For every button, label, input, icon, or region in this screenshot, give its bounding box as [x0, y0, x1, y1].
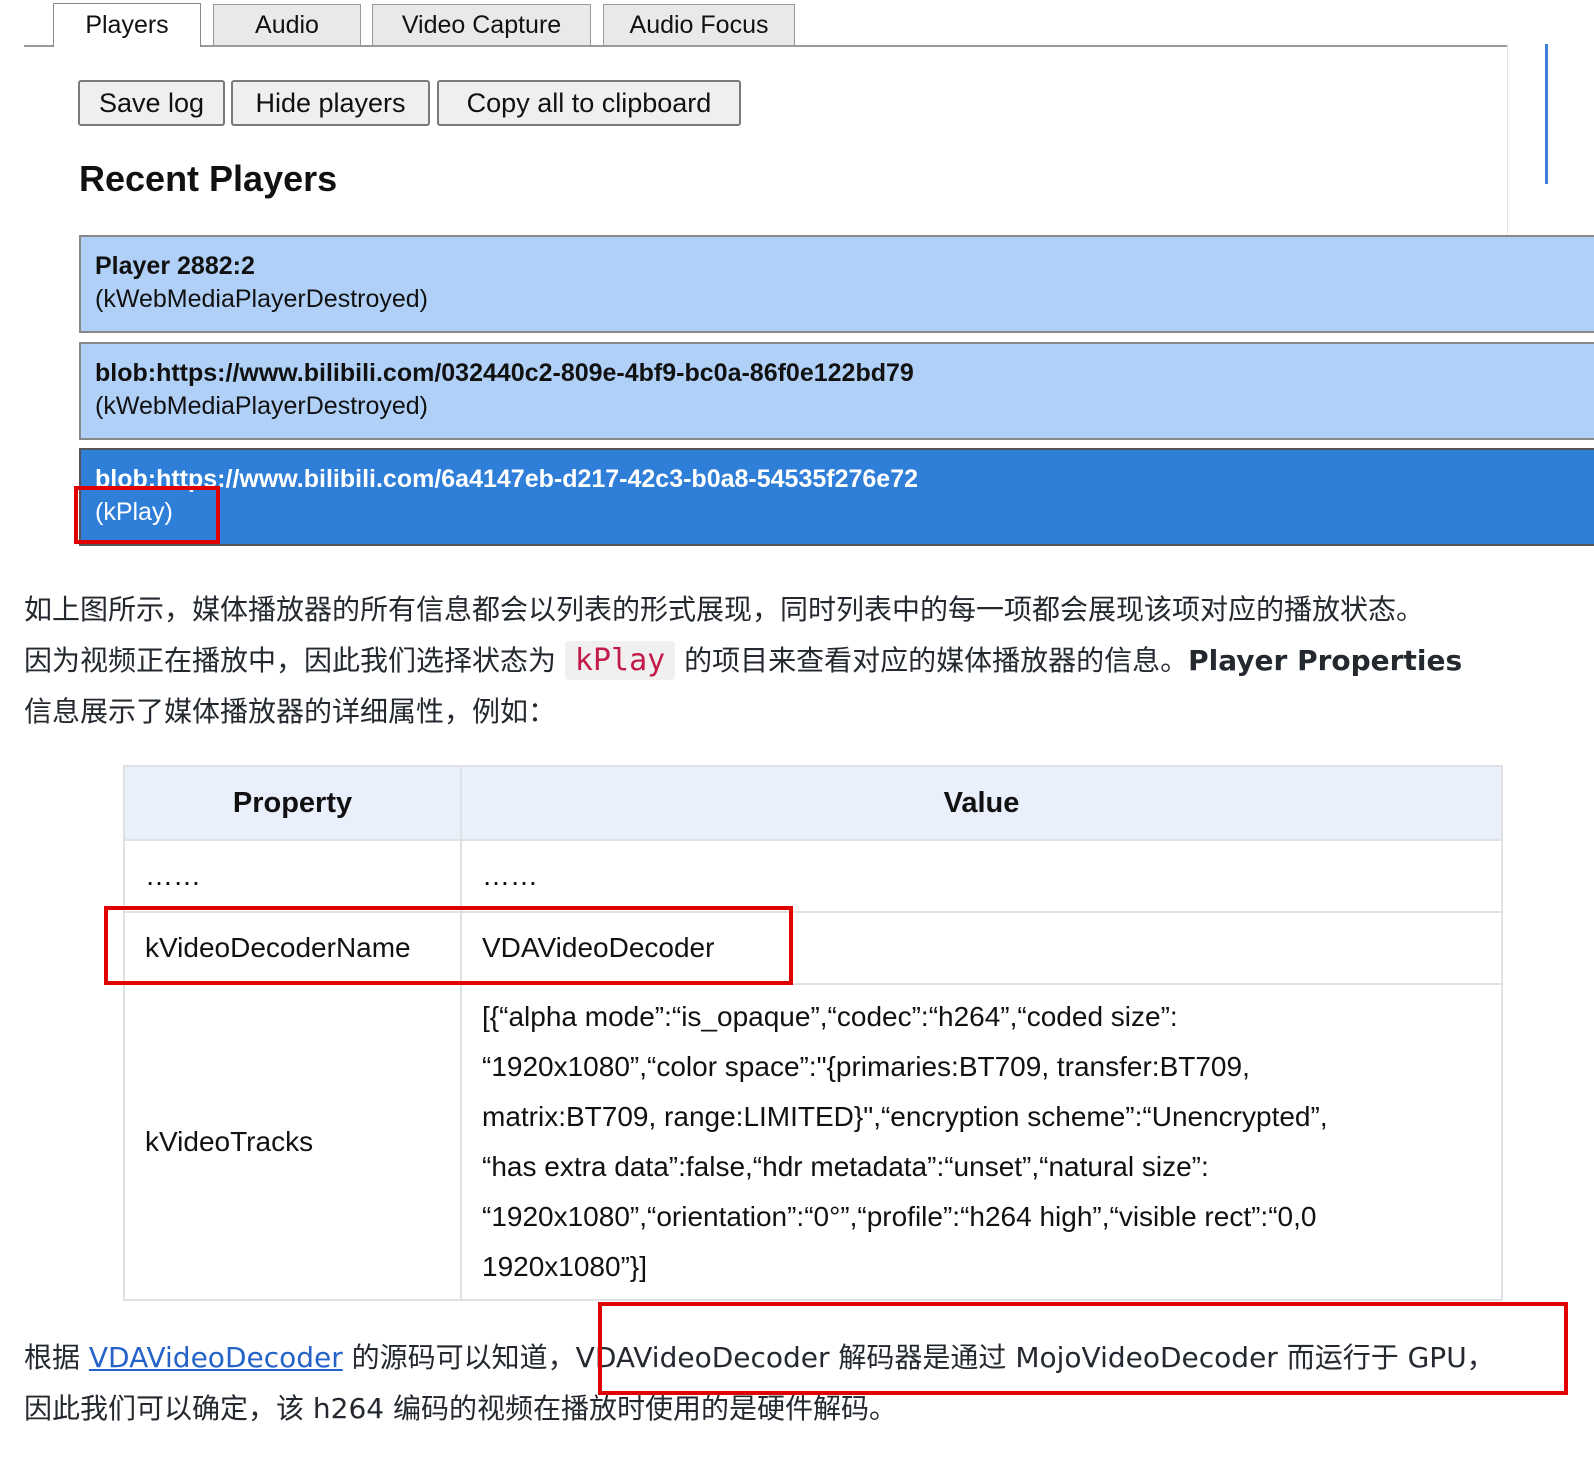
player-row-selected[interactable]: blob:https://www.bilibili.com/6a4147eb-d… [79, 448, 1594, 546]
player-row[interactable]: Player 2882:2 (kWebMediaPlayerDestroyed) [79, 235, 1594, 333]
tab-audio-focus[interactable]: Audio Focus [603, 4, 795, 45]
player-state: (kWebMediaPlayerDestroyed) [95, 285, 428, 313]
player-title: blob:https://www.bilibili.com/6a4147eb-d… [95, 465, 919, 493]
value-line: matrix:BT709, range:LIMITED}",“encryptio… [482, 1101, 1328, 1132]
paragraph-text: 的源码可以知道， [342, 1341, 576, 1374]
paragraph-text: 因此我们可以确定，该 h264 编码的视频在播放时使用的是硬件解码。 [24, 1392, 897, 1425]
value-line: “1920x1080”,“color space”:"{primaries:BT… [482, 1051, 1250, 1082]
table-header-row: Property Value [123, 765, 1503, 841]
side-panel-accent [1545, 44, 1548, 184]
highlight-box-kplay [74, 486, 220, 544]
paragraph-text: 根据 [24, 1341, 89, 1374]
value-cell: …… [460, 839, 1503, 913]
value-line: “has extra data”:false,“hdr metadata”:“u… [482, 1151, 1209, 1182]
paragraph-text: 信息展示了媒体播放器的详细属性，例如： [24, 695, 557, 728]
paragraph-text: 如上图所示，媒体播放器的所有信息都会以列表的形式展现，同时列表中的每一项都会展现… [24, 593, 1425, 626]
tab-strip-baseline [24, 45, 1534, 47]
value-line: [{“alpha mode”:“is_opaque”,“codec”:“h264… [482, 1001, 1178, 1032]
player-state: (kWebMediaPlayerDestroyed) [95, 392, 428, 420]
tab-players[interactable]: Players [53, 3, 201, 47]
highlight-box-gpu-note [598, 1302, 1568, 1395]
property-cell: kVideoTracks [123, 983, 462, 1301]
player-title: Player 2882:2 [95, 252, 255, 280]
paragraph-text: 的项目来查看对应的媒体播放器的信息。 [675, 644, 1189, 677]
properties-table: Property Value …… …… kVideoDecoderName V… [123, 765, 1503, 1301]
tab-audio[interactable]: Audio [213, 4, 361, 45]
player-state: (kPlay) [95, 498, 173, 526]
paragraph-line: 信息展示了媒体播放器的详细属性，例如： [24, 686, 1594, 737]
copy-all-button[interactable]: Copy all to clipboard [437, 80, 741, 126]
value-cell: [{“alpha mode”:“is_opaque”,“codec”:“h264… [460, 983, 1503, 1301]
recent-players-heading: Recent Players [79, 158, 338, 199]
tab-video-capture[interactable]: Video Capture [372, 4, 591, 45]
table-row: …… …… [123, 839, 1503, 913]
value-line: “1920x1080”,“orientation”:“0°”,“profile”… [482, 1201, 1317, 1232]
hide-players-button[interactable]: Hide players [231, 80, 430, 126]
bold-text: Player Properties [1188, 644, 1463, 677]
value-line: 1920x1080”}] [482, 1251, 648, 1282]
column-header-property: Property [123, 765, 462, 841]
vdavideodecoder-link[interactable]: VDAVideoDecoder [89, 1341, 343, 1374]
side-panel-fragment [1507, 44, 1594, 249]
player-row[interactable]: blob:https://www.bilibili.com/032440c2-8… [79, 342, 1594, 440]
inline-code: kPlay [564, 641, 676, 680]
save-log-button[interactable]: Save log [78, 80, 225, 126]
player-title: blob:https://www.bilibili.com/032440c2-8… [95, 359, 914, 387]
paragraph-line: 因为视频正在播放中，因此我们选择状态为 kPlay 的项目来查看对应的媒体播放器… [24, 635, 1594, 686]
highlight-box-decoder-name [104, 906, 793, 985]
paragraph-text: 因为视频正在播放中，因此我们选择状态为 [24, 644, 565, 677]
column-header-value: Value [460, 765, 1503, 841]
table-row: kVideoTracks [{“alpha mode”:“is_opaque”,… [123, 983, 1503, 1301]
paragraph-line: 如上图所示，媒体播放器的所有信息都会以列表的形式展现，同时列表中的每一项都会展现… [24, 584, 1594, 635]
property-cell: …… [123, 839, 462, 913]
